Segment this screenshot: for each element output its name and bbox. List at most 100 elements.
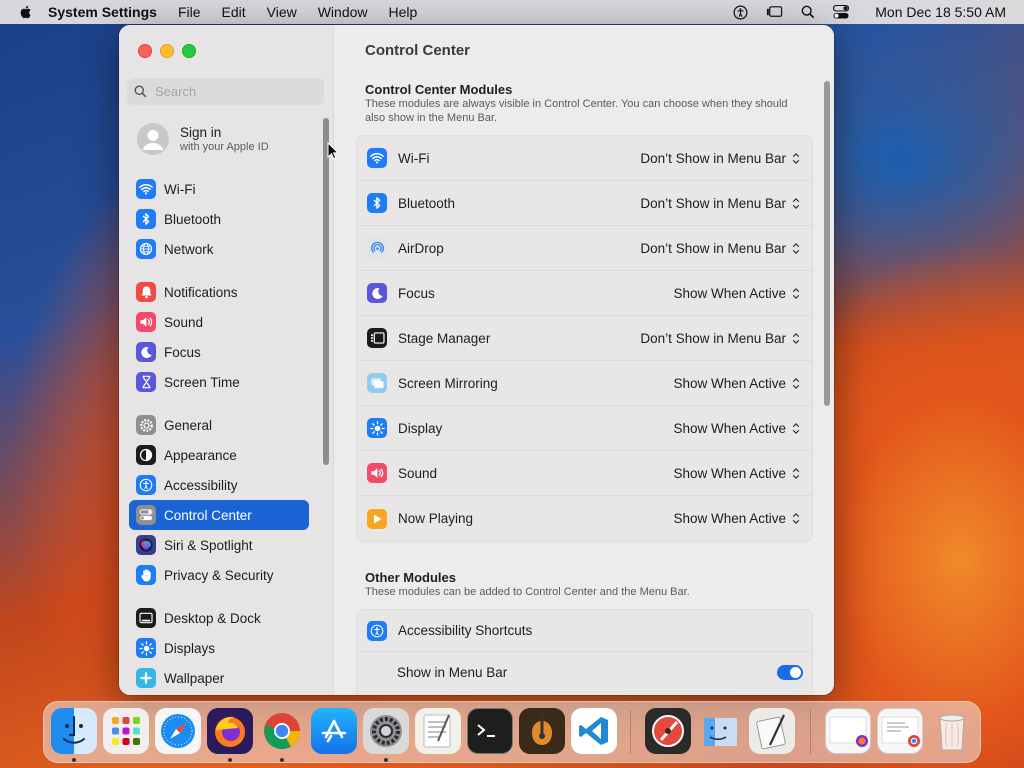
module-menu-bar-popup[interactable]: Show When Active xyxy=(673,286,800,301)
sidebar-item-label: General xyxy=(164,417,213,433)
module-row-wifi: Wi-Fi Don’t Show in Menu Bar xyxy=(357,136,812,181)
up-down-chevron-icon xyxy=(792,242,800,254)
sidebar-item-focus[interactable]: Focus xyxy=(129,337,309,367)
edit-menu[interactable]: Edit xyxy=(222,4,246,20)
module-menu-bar-popup[interactable]: Don’t Show in Menu Bar xyxy=(640,196,800,211)
sidebar-item-label: Appearance xyxy=(164,447,237,463)
stage-manager-status-icon[interactable] xyxy=(766,5,783,19)
sidebar-item-control-center[interactable]: Control Center xyxy=(129,500,309,530)
garageband-dock-icon[interactable] xyxy=(519,708,565,754)
close-window-button[interactable] xyxy=(138,44,152,58)
hand-icon xyxy=(136,565,156,585)
bluetooth-icon xyxy=(367,193,387,213)
moon-icon xyxy=(136,342,156,362)
module-menu-bar-popup[interactable]: Don’t Show in Menu Bar xyxy=(640,151,800,166)
sidebar-item-wifi[interactable]: Wi-Fi xyxy=(129,174,309,204)
app-menu[interactable]: System Settings xyxy=(48,4,157,20)
sidebar-item-siri-spotlight[interactable]: Siri & Spotlight xyxy=(129,530,309,560)
sidebar-item-notifications[interactable]: Notifications xyxy=(129,277,309,307)
instruments-dock-icon[interactable] xyxy=(645,708,691,754)
appearance-icon xyxy=(136,445,156,465)
content-scrollbar[interactable] xyxy=(824,81,830,406)
sidebar-item-network[interactable]: Network xyxy=(129,234,309,264)
apple-id-sign-in[interactable]: Sign in with your Apple ID xyxy=(137,123,269,155)
window-menu[interactable]: Window xyxy=(318,4,368,20)
sign-in-title: Sign in xyxy=(180,125,222,140)
chrome-window-thumbnail-icon[interactable] xyxy=(877,708,923,754)
popup-value: Don’t Show in Menu Bar xyxy=(640,240,786,256)
terminal-dock-icon[interactable] xyxy=(467,708,513,754)
module-label: Now Playing xyxy=(398,511,474,526)
control-center-status-icon[interactable] xyxy=(833,5,850,19)
sidebar-item-wallpaper[interactable]: Wallpaper xyxy=(129,663,309,693)
popup-value: Show When Active xyxy=(673,375,786,391)
up-down-chevron-icon xyxy=(792,513,800,524)
siri-icon xyxy=(136,535,156,555)
module-menu-bar-popup[interactable]: Don’t Show in Menu Bar xyxy=(640,331,800,346)
sidebar-item-accessibility[interactable]: Accessibility xyxy=(129,470,309,500)
module-menu-bar-popup[interactable]: Don’t Show in Menu Bar xyxy=(640,241,800,256)
sidebar-item-displays[interactable]: Displays xyxy=(129,633,309,663)
module-menu-bar-popup[interactable]: Show When Active xyxy=(673,466,800,481)
show-in-menu-bar-toggle[interactable] xyxy=(777,664,803,680)
window-controls xyxy=(138,44,196,58)
vscode-dock-icon[interactable] xyxy=(571,708,617,754)
spotlight-search-icon[interactable] xyxy=(801,5,815,19)
sidebar-item-appearance[interactable]: Appearance xyxy=(129,440,309,470)
module-row-stage-manager: Stage Manager Don’t Show in Menu Bar xyxy=(357,316,812,361)
hourglass-icon xyxy=(136,372,156,392)
migration-assistant-dock-icon[interactable] xyxy=(697,708,743,754)
system-settings-dock-icon[interactable] xyxy=(363,708,409,754)
sidebar-item-bluetooth[interactable]: Bluetooth xyxy=(129,204,309,234)
accessibility-icon xyxy=(367,620,387,641)
show-in-menu-bar-label: Show in Menu Bar xyxy=(397,664,508,680)
launchpad-dock-icon[interactable] xyxy=(103,708,149,754)
sidebar-item-desktop-dock[interactable]: Desktop & Dock xyxy=(129,603,309,633)
module-label: Wi-Fi xyxy=(398,150,430,166)
running-indicator xyxy=(280,758,284,762)
module-label: Screen Mirroring xyxy=(398,375,498,391)
popup-value: Show When Active xyxy=(673,285,786,301)
sidebar-item-screen-time[interactable]: Screen Time xyxy=(129,367,309,397)
minimize-window-button[interactable] xyxy=(160,44,174,58)
view-menu[interactable]: View xyxy=(267,4,297,20)
popup-value: Don’t Show in Menu Bar xyxy=(640,195,786,211)
firefox-dock-icon[interactable] xyxy=(207,708,253,754)
file-menu[interactable]: File xyxy=(178,4,201,20)
sign-in-text: Sign in with your Apple ID xyxy=(180,125,269,153)
sidebar-item-privacy-security[interactable]: Privacy & Security xyxy=(129,560,309,590)
menu-bar-clock[interactable]: Mon Dec 18 5:50 AM xyxy=(875,4,1006,20)
control-center-icon xyxy=(136,505,156,525)
apple-menu-icon[interactable] xyxy=(18,4,34,20)
safari-dock-icon[interactable] xyxy=(155,708,201,754)
module-menu-bar-popup[interactable]: Show When Active xyxy=(673,421,800,436)
accessibility-status-icon[interactable] xyxy=(733,5,748,20)
sidebar-search xyxy=(127,78,324,105)
sidebar-item-general[interactable]: General xyxy=(129,410,309,440)
help-menu[interactable]: Help xyxy=(389,4,418,20)
module-menu-bar-popup[interactable]: Show When Active xyxy=(673,376,800,391)
popup-value: Don’t Show in Menu Bar xyxy=(640,330,786,346)
chrome-dock-icon[interactable] xyxy=(259,708,305,754)
dock-separator xyxy=(810,710,811,754)
sidebar-scrollbar[interactable] xyxy=(323,118,329,465)
trash-dock-icon[interactable] xyxy=(929,708,975,754)
wifi-icon xyxy=(136,179,156,199)
running-indicator xyxy=(384,758,388,762)
textedit-dock-icon[interactable] xyxy=(415,708,461,754)
finder-dock-icon[interactable] xyxy=(51,708,97,754)
script-editor-dock-icon[interactable] xyxy=(749,708,795,754)
up-down-chevron-icon xyxy=(792,287,800,299)
running-indicator xyxy=(72,758,76,762)
app-store-dock-icon[interactable] xyxy=(311,708,357,754)
module-menu-bar-popup[interactable]: Show When Active xyxy=(673,511,800,526)
sidebar-item-label: Sound xyxy=(164,314,204,330)
other-modules-section-title: Other Modules xyxy=(365,570,457,585)
firefox-window-thumbnail-icon[interactable] xyxy=(825,708,871,754)
sidebar-item-label: Notifications xyxy=(164,284,238,300)
screen-mirroring-icon xyxy=(367,373,387,393)
dock-icon xyxy=(136,608,156,628)
sidebar-item-sound[interactable]: Sound xyxy=(129,307,309,337)
zoom-window-button[interactable] xyxy=(182,44,196,58)
search-input[interactable] xyxy=(153,83,317,100)
